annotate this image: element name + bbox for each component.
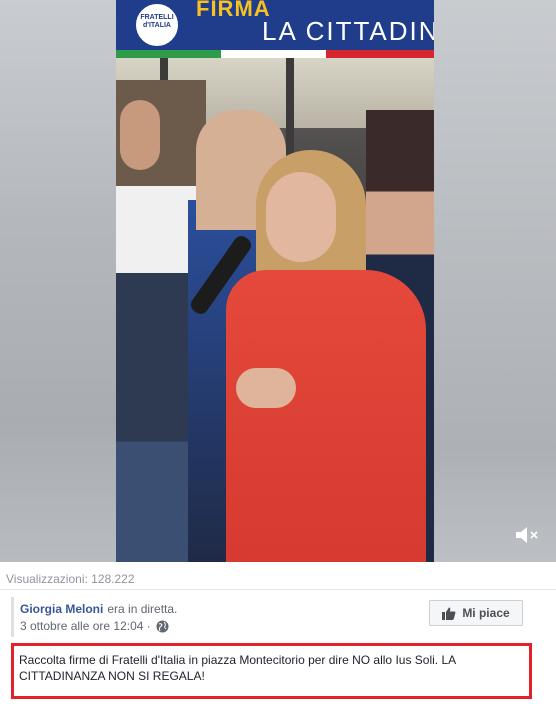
highlighted-caption: Raccolta firme di Fratelli d'Italia in p… <box>11 643 532 699</box>
banner-subtitle: LA CITTADINAN <box>262 16 434 46</box>
like-label: Mi piace <box>462 606 510 620</box>
speaker-face <box>266 172 336 262</box>
video-blur-left <box>0 0 116 562</box>
speaker-hand <box>236 368 296 408</box>
video-player[interactable]: FRATELLI d'ITALIA FIRMA LA CITTADINAN <box>0 0 556 562</box>
party-logo: FRATELLI d'ITALIA <box>134 2 180 48</box>
like-button[interactable]: Mi piace <box>429 600 523 626</box>
banner-flag-stripe <box>116 50 434 58</box>
divider <box>0 589 556 590</box>
speaker-body <box>226 270 426 562</box>
campaign-banner: FRATELLI d'ITALIA FIRMA LA CITTADINAN <box>116 0 434 58</box>
post-timestamp[interactable]: 3 ottobre alle ore 12:04 · <box>20 619 169 633</box>
post-caption: Raccolta firme di Fratelli d'Italia in p… <box>19 653 456 683</box>
timestamp-text[interactable]: 3 ottobre alle ore 12:04 · <box>20 619 151 633</box>
globe-icon <box>156 620 169 633</box>
person-left-face <box>120 100 160 170</box>
author-name-link[interactable]: Giorgia Meloni <box>20 602 103 616</box>
banner-title: FIRMA <box>196 0 271 21</box>
mute-icon[interactable] <box>514 524 540 546</box>
video-frame: FRATELLI d'ITALIA FIRMA LA CITTADINAN <box>116 0 434 562</box>
post-indent-bar <box>11 597 14 637</box>
thumbs-up-icon <box>442 607 456 620</box>
author-action: era in diretta. <box>107 602 178 616</box>
video-blur-right <box>434 0 556 562</box>
author-row: Giorgia Meloni era in diretta. <box>20 602 177 616</box>
view-count: Visualizzazioni: 128.222 <box>6 572 135 586</box>
